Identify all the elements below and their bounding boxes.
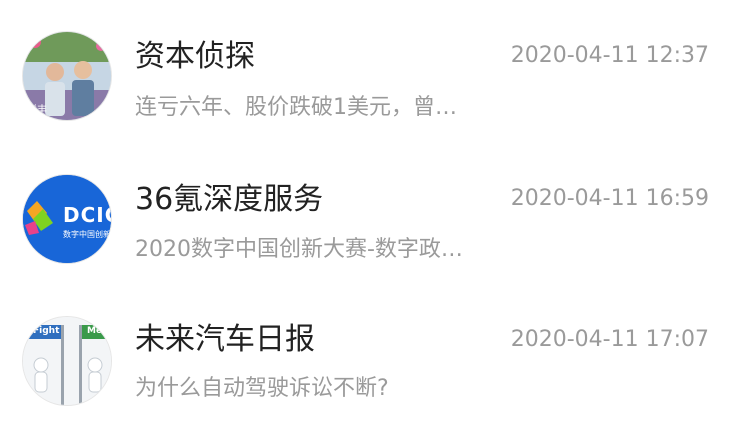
item-title: 未来汽车日报 — [135, 322, 315, 357]
feed-list: 锐丰 资本侦探 2020-04-11 12:37 连亏六年、股价跌破1美元，曾…… — [0, 0, 732, 432]
item-timestamp: 2020-04-11 17:07 — [510, 327, 709, 352]
avatar[interactable]: 锐丰 — [22, 31, 112, 121]
item-timestamp: 2020-04-11 16:59 — [510, 186, 709, 211]
avatar-caption: 锐丰 — [27, 105, 47, 116]
item-title: 资本侦探 — [135, 39, 255, 74]
sign-left-text: Fight — [33, 326, 60, 336]
list-item[interactable]: DCIC 数字中国创新 36氪深度服务 2020-04-11 16:59 202… — [0, 142, 732, 282]
avatar[interactable]: Fight Me — [22, 316, 112, 406]
logo-subtext: 数字中国创新 — [63, 230, 111, 239]
logo-text: DCIC — [63, 203, 111, 227]
list-item[interactable]: 锐丰 资本侦探 2020-04-11 12:37 连亏六年、股价跌破1美元，曾… — [0, 0, 732, 140]
avatar[interactable]: DCIC 数字中国创新 — [22, 174, 112, 264]
item-title: 36氪深度服务 — [135, 182, 324, 217]
item-preview: 为什么自动驾驶诉讼不断? — [135, 376, 389, 401]
list-item[interactable]: Fight Me 未来汽车日报 2020-04-11 17:07 为什么自动驾驶… — [0, 284, 732, 424]
sign-right-text: Me — [87, 326, 103, 336]
item-preview: 2020数字中国创新大赛-数字政… — [135, 237, 463, 262]
item-preview: 连亏六年、股价跌破1美元，曾… — [135, 95, 457, 120]
item-timestamp: 2020-04-11 12:37 — [510, 43, 709, 68]
